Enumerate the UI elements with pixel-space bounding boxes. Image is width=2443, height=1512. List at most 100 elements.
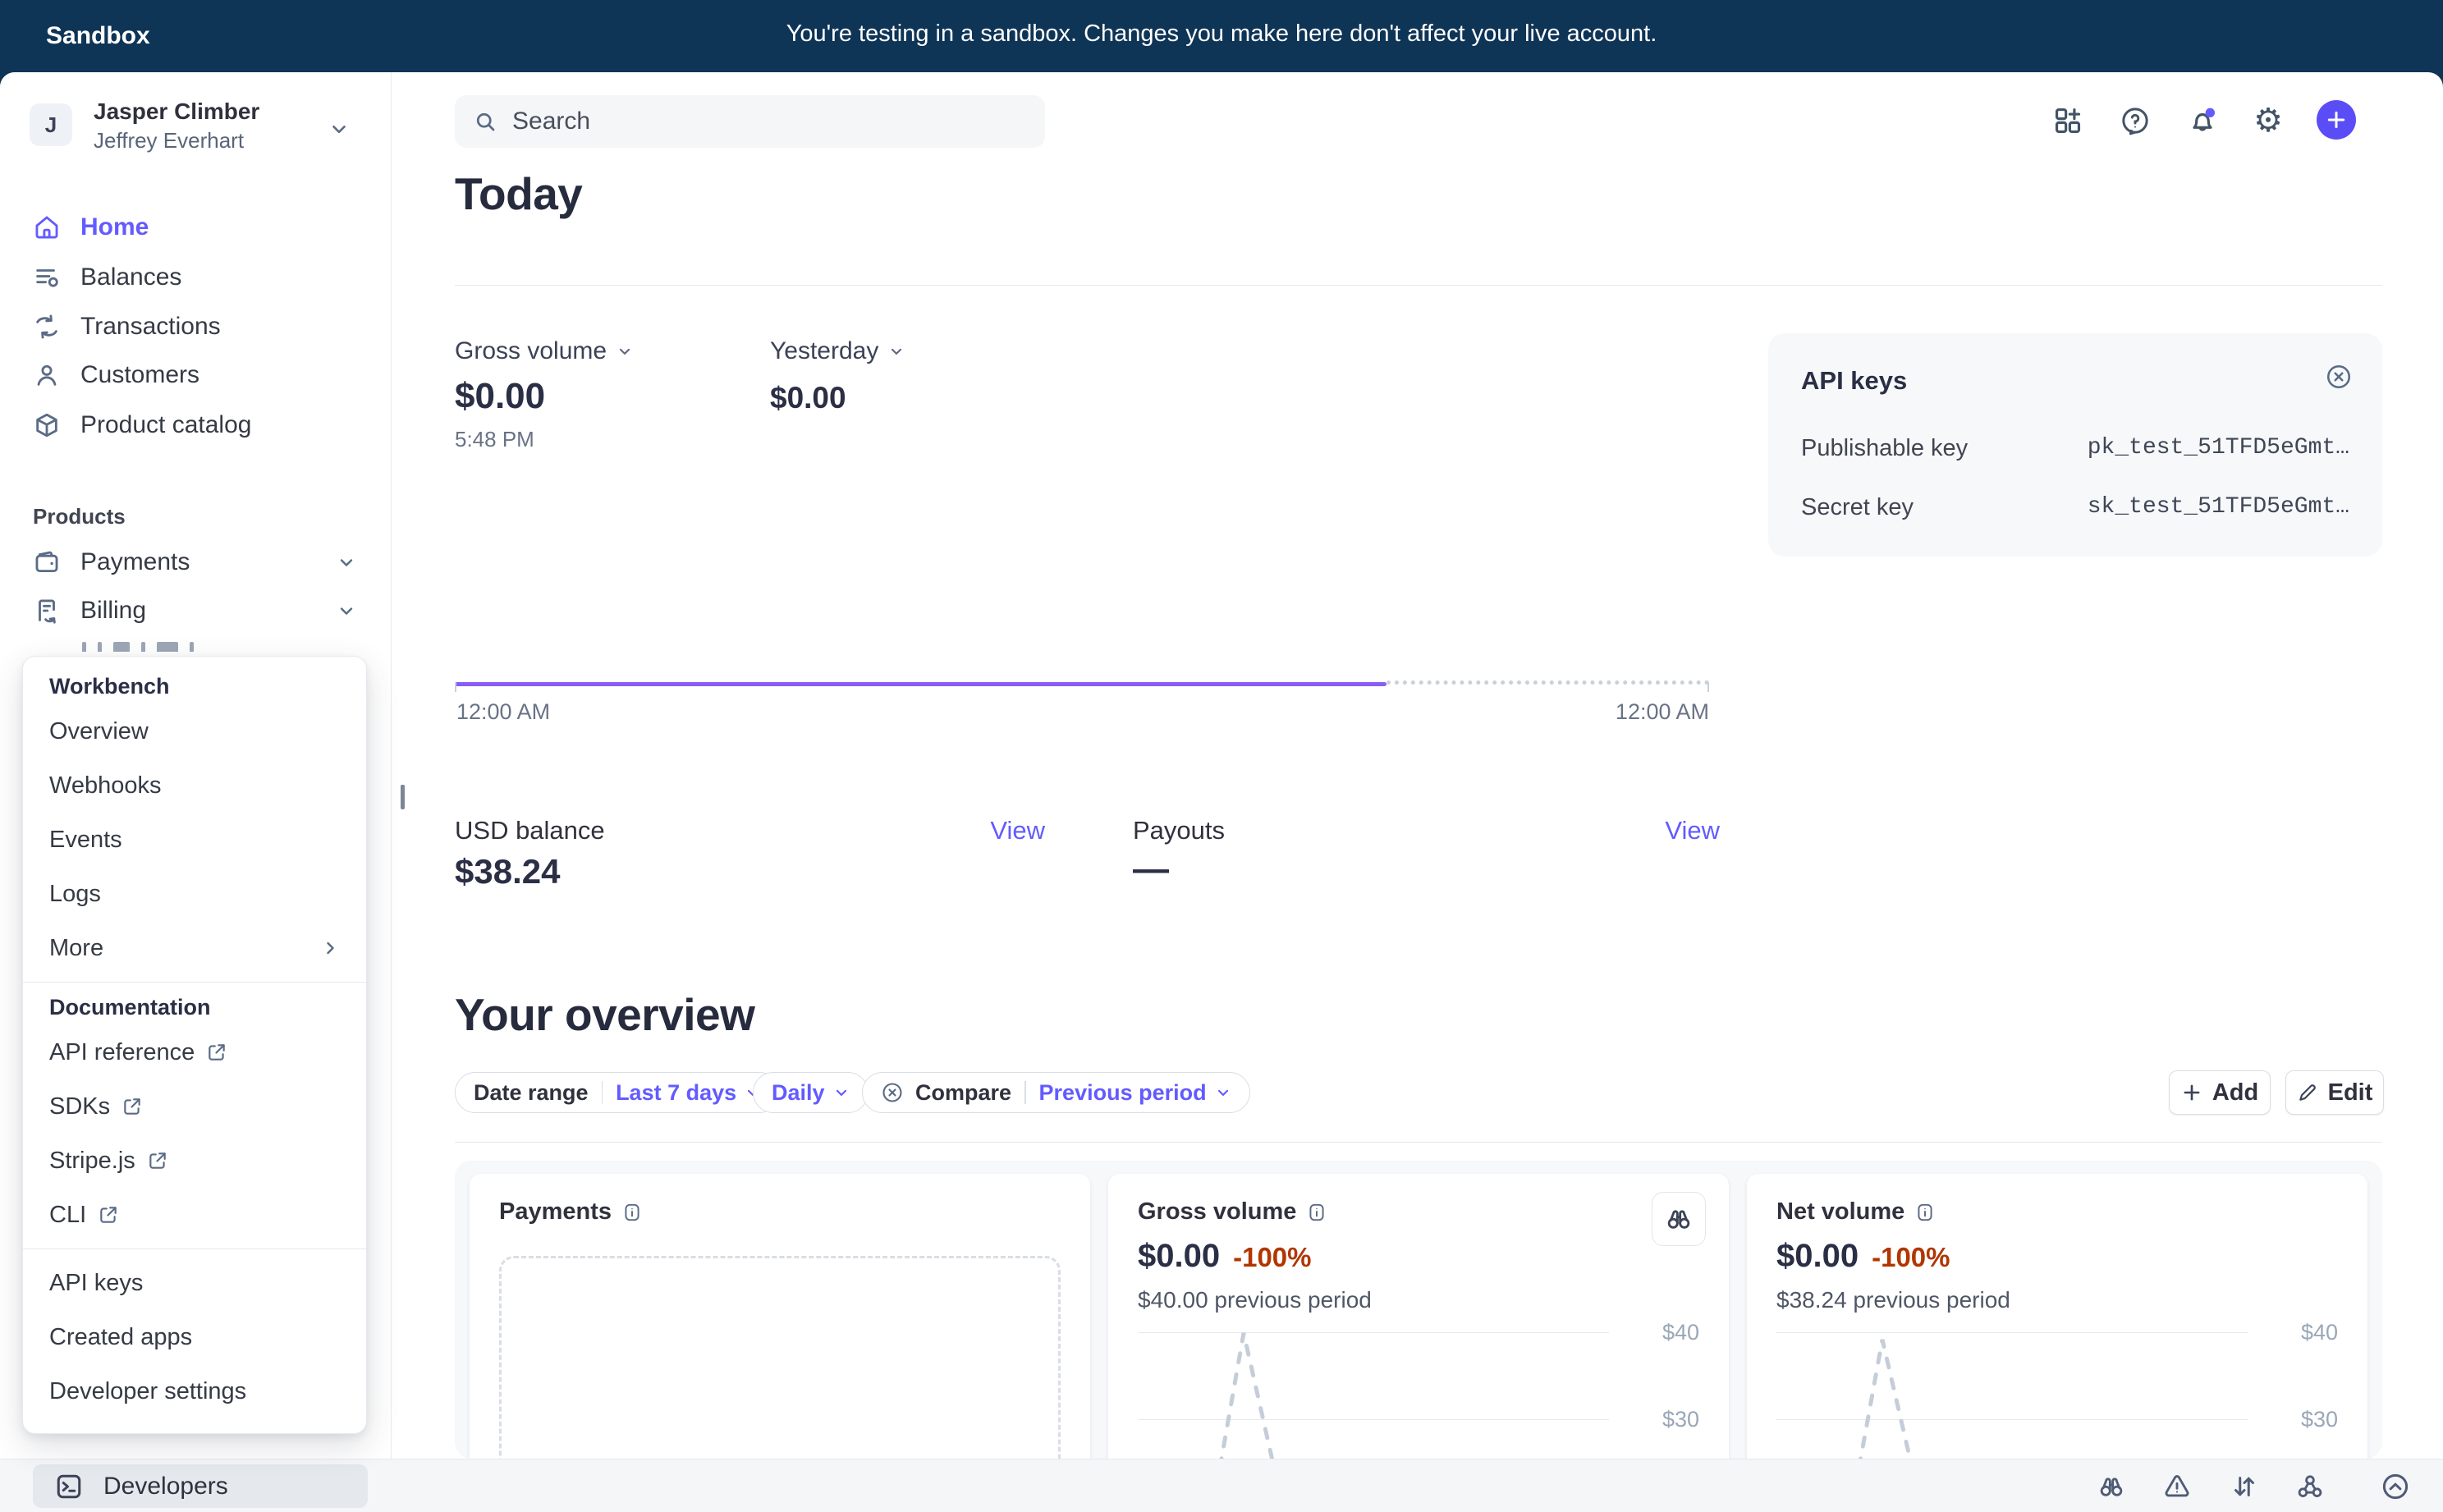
timeline-end-tick [1707,682,1709,692]
gridline-label-30: $30 [2256,1407,2338,1432]
secret-key-value[interactable]: sk_test_51TFD5eGmt… [2088,494,2349,520]
info-icon[interactable] [621,1202,643,1223]
compare-filter-chip[interactable]: Compare Previous period [862,1072,1250,1113]
yesterday-value: $0.00 [770,381,846,415]
chip-divider [602,1081,603,1104]
search-icon [473,109,497,134]
chevron-down-icon [616,343,633,360]
home-icon [33,213,61,241]
search-input[interactable] [511,107,1027,136]
external-link-icon [147,1150,168,1171]
inspector-binoculars-icon[interactable] [2093,1471,2129,1502]
section-divider [455,1142,2382,1143]
payouts-label: Payouts [1133,816,1225,845]
gross-volume-today-value: $0.00 [455,376,545,417]
add-button[interactable]: Add [2169,1070,2271,1115]
developers-label: Developers [103,1473,228,1501]
today-heading: Today [455,167,582,220]
developer-toolbar: Developers [0,1459,2443,1512]
webhooks-icon[interactable] [2292,1471,2328,1502]
previous-period-sparkline [1796,1322,2042,1459]
developers-button[interactable]: Developers [33,1464,368,1508]
sidebar-item-label: Billing [80,597,146,625]
payments-card-title: Payments [499,1198,612,1226]
sidebar-item-home[interactable]: Home [20,204,371,250]
chevron-right-icon [320,938,340,958]
sidebar-item-label: Transactions [80,313,221,341]
date-range-filter-chip[interactable]: Date range Last 7 days [455,1072,780,1113]
menu-item-api-keys[interactable]: API keys [23,1256,366,1310]
info-icon[interactable] [1306,1202,1327,1223]
menu-item-webhooks[interactable]: Webhooks [23,758,366,813]
sidebar-item-billing[interactable]: Billing [20,588,371,634]
chevron-down-icon [337,601,356,621]
external-link-icon [98,1204,119,1226]
sidebar-item-label: Customers [80,361,199,389]
timeline-start-tick [455,682,456,692]
today-progress-line [455,682,1387,686]
yesterday-metric-selector[interactable]: Yesterday [770,337,905,365]
gross-volume-card[interactable]: Gross volume $0.00 -100% $40.00 previous… [1108,1174,1729,1459]
section-divider [455,285,2382,286]
api-keys-title: API keys [1801,366,1907,396]
text-caret [401,785,405,809]
gross-volume-metric-selector[interactable]: Gross volume [455,337,633,365]
today-remaining-line [1387,680,1709,685]
menu-item-overview[interactable]: Overview [23,704,366,758]
search-bar[interactable] [455,95,1045,148]
sidebar-item-balances[interactable]: Balances [20,254,371,300]
sidebar-item-customers[interactable]: Customers [20,352,371,398]
account-name: Jasper Climber [94,99,259,125]
balances-icon [33,263,61,291]
menu-item-created-apps[interactable]: Created apps [23,1310,366,1364]
create-button[interactable] [2317,100,2356,140]
sidebar-item-payments[interactable]: Payments [20,539,371,585]
interval-filter-chip[interactable]: Daily [753,1072,869,1113]
chevron-down-icon [833,1084,850,1101]
publishable-key-value[interactable]: pk_test_51TFD5eGmt… [2088,435,2349,460]
sidebar-item-transactions[interactable]: Transactions [20,304,371,350]
collapse-toolbar-icon[interactable] [2377,1471,2413,1502]
sidebar-item-product-catalog[interactable]: Product catalog [20,402,371,448]
usd-balance-view-link[interactable]: View [944,816,1045,845]
help-icon[interactable] [2116,102,2154,140]
settings-gear-icon[interactable]: ⚙ [2249,102,2287,140]
payments-card[interactable]: Payments [470,1174,1090,1459]
apps-grid-icon[interactable] [2049,102,2087,140]
net-volume-card[interactable]: Net volume $0.00 -100% $38.24 previous p… [1747,1174,2367,1459]
menu-item-api-reference[interactable]: API reference [23,1025,366,1079]
notifications-bell-icon[interactable] [2184,102,2221,140]
plus-icon [2181,1082,2202,1103]
gross-volume-delta: -100% [1233,1242,1311,1273]
remove-filter-icon[interactable] [881,1081,904,1104]
menu-item-events[interactable]: Events [23,813,366,867]
menu-item-logs[interactable]: Logs [23,867,366,921]
gross-volume-timestamp: 5:48 PM [455,427,534,452]
edit-button[interactable]: Edit [2285,1070,2384,1115]
sidebar-section-products: Products [33,504,126,529]
errors-warning-icon[interactable] [2159,1471,2195,1502]
gridline-label-40: $40 [2256,1320,2338,1345]
menu-item-more[interactable]: More [23,921,366,975]
menu-item-stripe-js[interactable]: Stripe.js [23,1134,366,1188]
info-icon[interactable] [1914,1202,1936,1223]
requests-arrows-icon[interactable] [2226,1471,2262,1502]
menu-item-developer-settings[interactable]: Developer settings [23,1364,366,1418]
close-icon[interactable] [2325,363,2353,391]
menu-item-sdks[interactable]: SDKs [23,1079,366,1134]
popup-header-documentation: Documentation [23,989,366,1025]
app-surface: J Jasper Climber Jeffrey Everhart Home B… [0,72,2443,1512]
gridline-label-40: $40 [1617,1320,1699,1345]
gross-volume-card-title: Gross volume [1138,1198,1296,1226]
developers-popup-menu: Workbench Overview Webhooks Events Logs … [22,656,367,1434]
external-link-icon [121,1096,143,1117]
popup-header-workbench: Workbench [23,668,366,704]
menu-item-cli[interactable]: CLI [23,1188,366,1242]
payouts-view-link[interactable]: View [1619,816,1720,845]
explore-binoculars-button[interactable] [1652,1192,1706,1246]
account-switcher[interactable]: J Jasper Climber Jeffrey Everhart [18,94,373,172]
net-volume-card-title: Net volume [1776,1198,1904,1226]
overview-cards-container: Payments Gross volume $0.00 -100% [455,1161,2382,1459]
sidebar-item-label: Balances [80,263,181,291]
customers-icon [33,361,61,389]
